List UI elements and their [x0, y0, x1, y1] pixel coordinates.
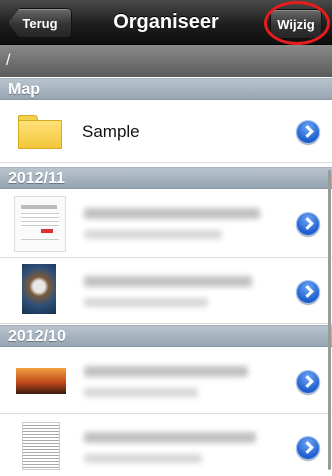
document-thumbnail-icon [14, 196, 66, 252]
blurred-filename [84, 366, 248, 377]
disclosure-button-icon[interactable] [296, 370, 320, 394]
folder-icon [18, 115, 62, 149]
blurred-file-details [84, 298, 208, 307]
section-header-2012-10: 2012/10 [0, 325, 332, 347]
blurred-filename [84, 432, 256, 443]
blurred-file-details [84, 388, 198, 397]
list-item-folder[interactable]: Sample [0, 101, 332, 163]
list-item-document[interactable] [0, 414, 332, 476]
blurred-file-details [84, 454, 202, 463]
document-thumbnail-icon [22, 422, 60, 470]
disclosure-button-icon[interactable] [296, 436, 320, 460]
edit-button[interactable]: Wijzig [270, 9, 322, 39]
section-header-map: Map [0, 78, 332, 100]
section-header-2012-11: 2012/11 [0, 167, 332, 189]
navigation-bar: Terug Organiseer Wijzig [0, 0, 332, 45]
sunset-photo-thumbnail-icon [16, 368, 66, 394]
list-item-image[interactable] [0, 348, 332, 414]
list-item-document[interactable] [0, 190, 332, 258]
disclosure-button-icon[interactable] [296, 212, 320, 236]
blurred-filename [84, 208, 260, 219]
list-item-image[interactable] [0, 258, 332, 324]
tiger-photo-thumbnail-icon [22, 264, 56, 314]
path-bar: / [0, 45, 332, 77]
scrollbar[interactable] [328, 170, 331, 470]
blurred-file-details [84, 230, 222, 239]
folder-label: Sample [82, 122, 140, 141]
disclosure-button-icon[interactable] [296, 280, 320, 304]
disclosure-button-icon[interactable] [296, 120, 320, 144]
blurred-filename [84, 276, 252, 287]
